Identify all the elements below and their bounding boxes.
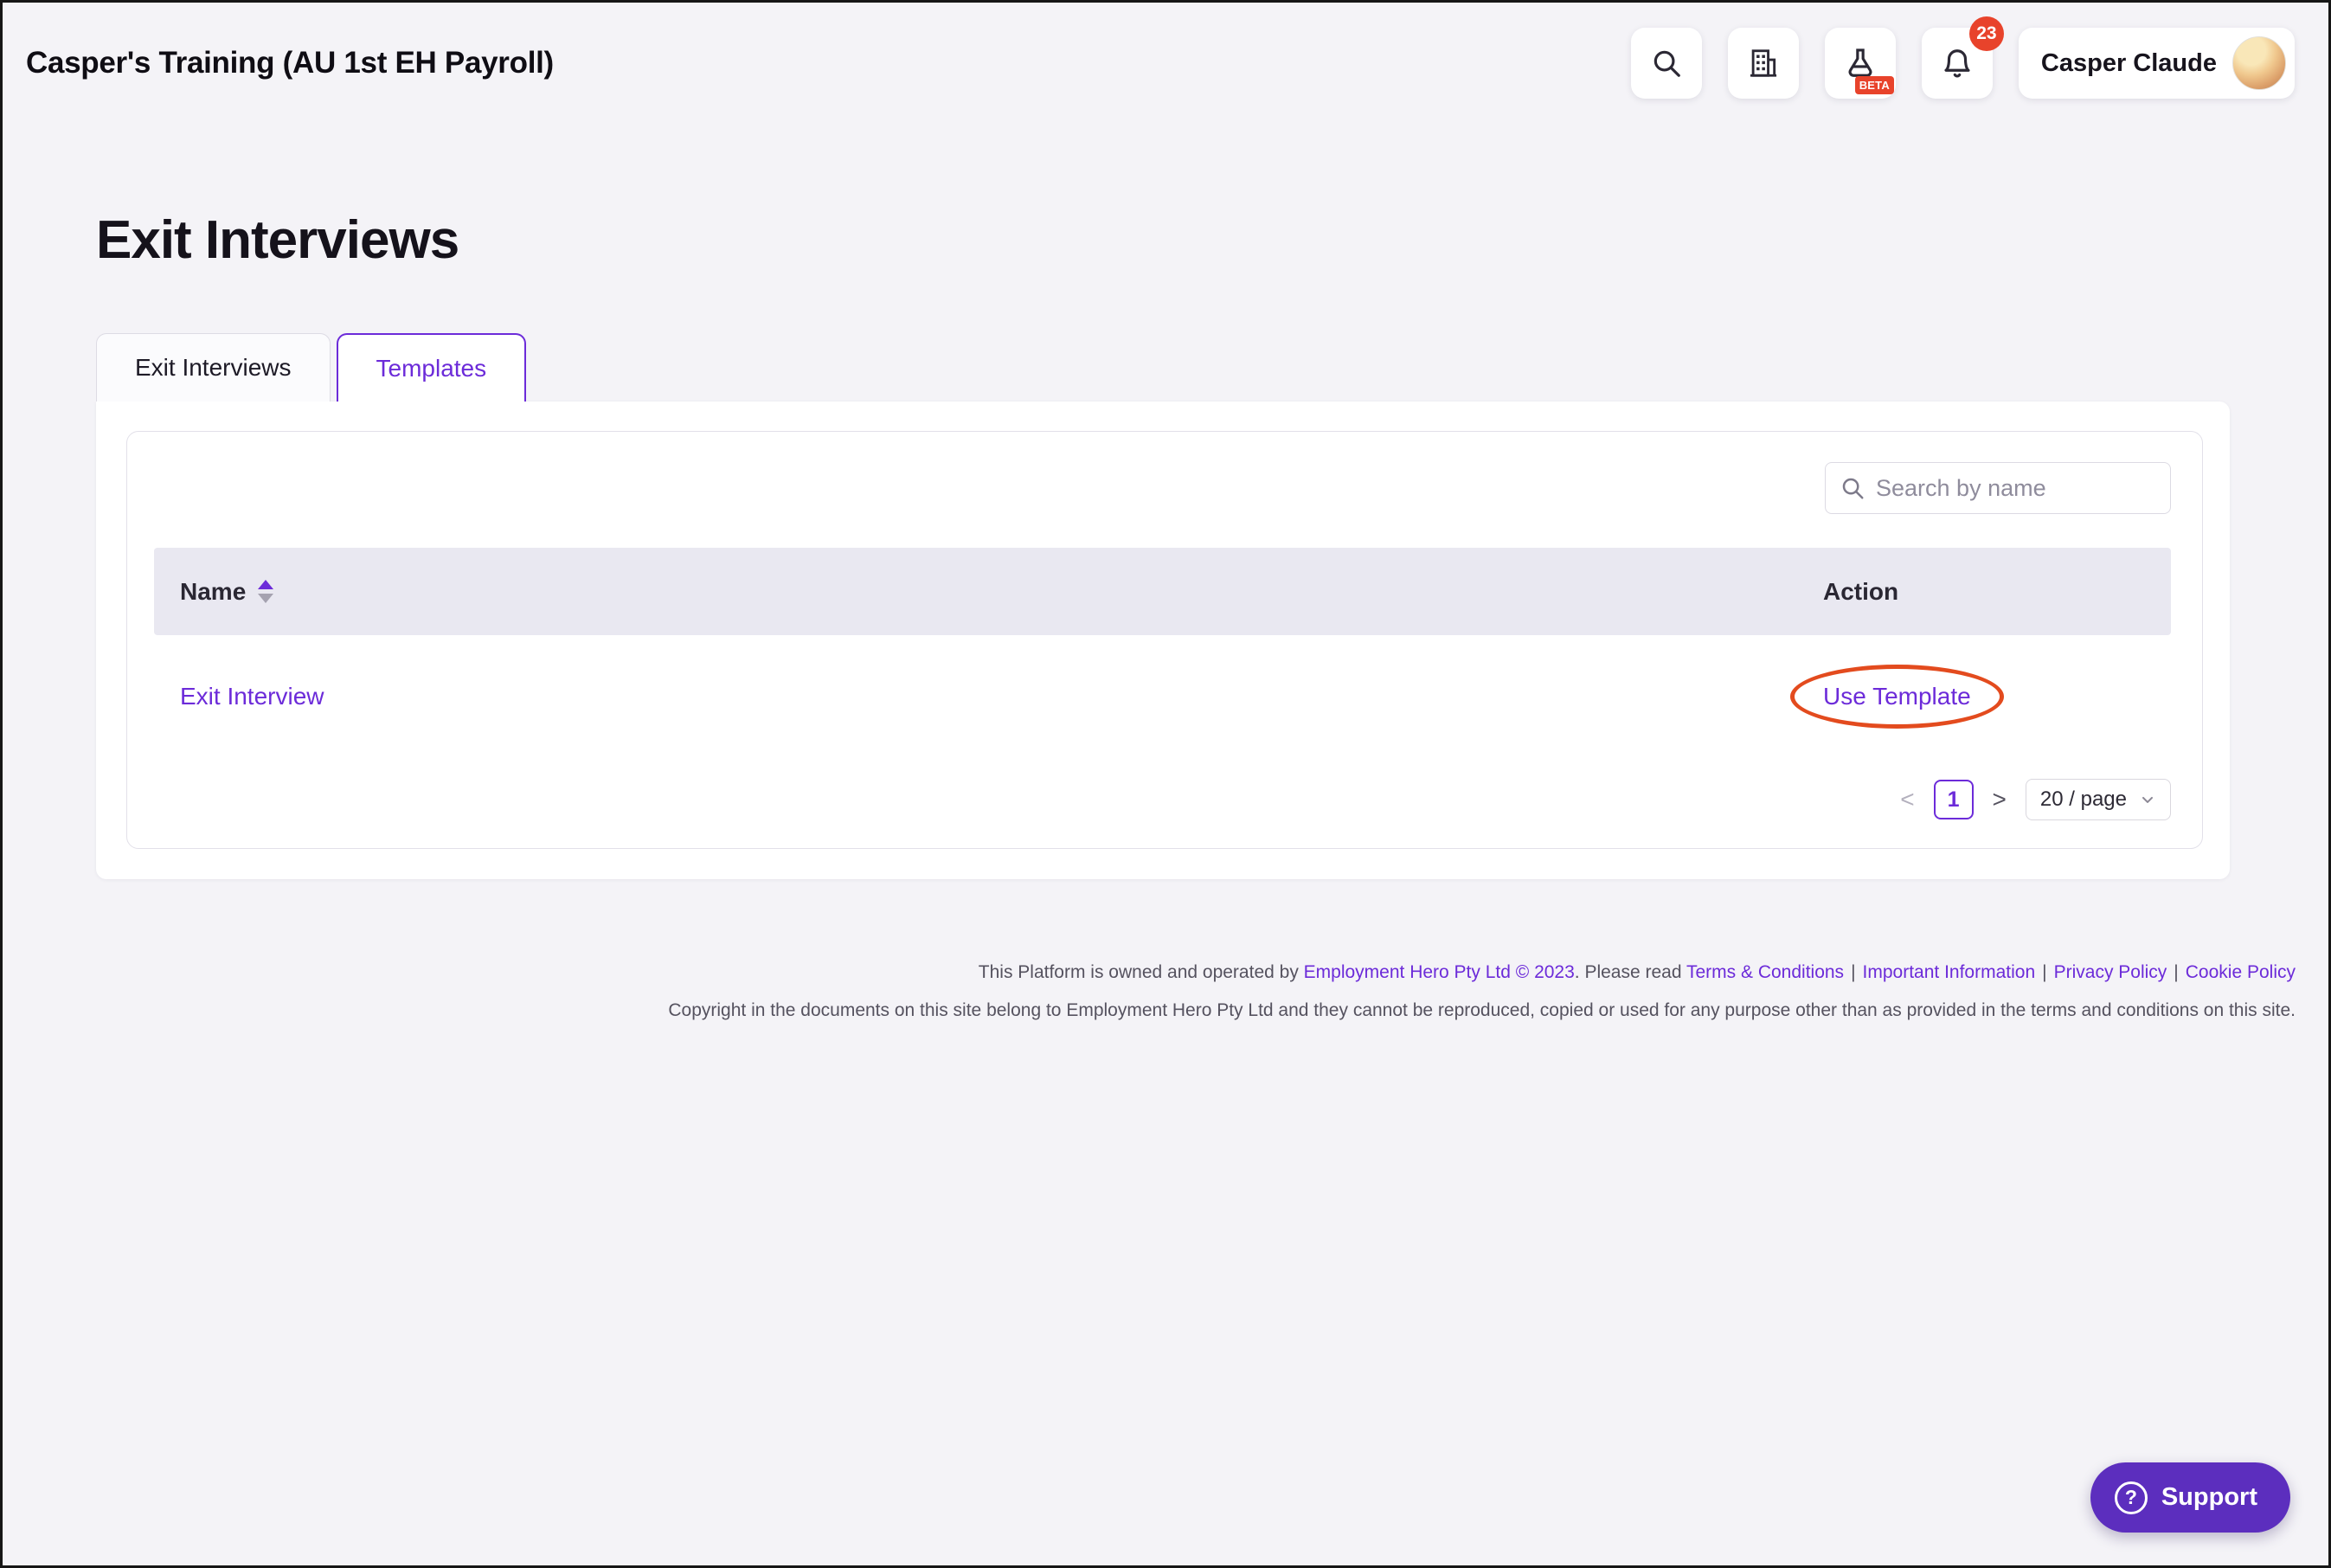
tab-exit-interviews[interactable]: Exit Interviews xyxy=(96,333,331,402)
current-page-button[interactable]: 1 xyxy=(1934,780,1974,819)
page-title: Exit Interviews xyxy=(96,209,2328,271)
user-name: Casper Claude xyxy=(2041,49,2217,78)
next-page-button[interactable]: > xyxy=(1993,787,2007,812)
terms-link[interactable]: Terms & Conditions xyxy=(1686,962,1844,982)
templates-table: Name Action Exit Interview Use T xyxy=(154,548,2171,758)
use-template-link[interactable]: Use Template xyxy=(1823,683,1971,710)
footer-separator: | xyxy=(1851,962,1855,982)
footer-line-2: Copyright in the documents on this site … xyxy=(340,992,2296,1030)
footer-text: This Platform is owned and operated by xyxy=(979,962,1304,982)
search-by-name-box[interactable] xyxy=(1825,462,2171,514)
search-icon xyxy=(1650,47,1683,80)
panel-toolbar xyxy=(154,462,2171,514)
footer-line-1: This Platform is owned and operated by E… xyxy=(340,954,2296,992)
page-size-select[interactable]: 20 / page xyxy=(2026,779,2171,820)
templates-panel: Name Action Exit Interview Use T xyxy=(126,431,2203,849)
prev-page-button[interactable]: < xyxy=(1900,787,1914,812)
support-button[interactable]: ? Support xyxy=(2090,1462,2290,1533)
privacy-policy-link[interactable]: Privacy Policy xyxy=(2054,962,2167,982)
legal-footer: This Platform is owned and operated by E… xyxy=(340,954,2296,1030)
support-label: Support xyxy=(2161,1483,2257,1512)
building-icon xyxy=(1747,47,1780,80)
pagination: < 1 > 20 / page xyxy=(154,779,2171,820)
templates-card: Name Action Exit Interview Use T xyxy=(96,402,2230,879)
user-menu[interactable]: Casper Claude xyxy=(2019,28,2295,99)
tab-templates[interactable]: Templates xyxy=(337,333,527,402)
tab-bar: Exit Interviews Templates xyxy=(96,333,2328,402)
organisation-button[interactable] xyxy=(1728,28,1799,99)
sort-toggle[interactable] xyxy=(258,580,273,603)
sort-asc-icon xyxy=(258,580,273,589)
bell-icon xyxy=(1941,47,1974,80)
template-name-link[interactable]: Exit Interview xyxy=(180,683,324,710)
footer-text: . Please read xyxy=(1575,962,1686,982)
header-actions: BETA 23 Casper Claude xyxy=(1631,28,2295,99)
flask-icon xyxy=(1844,47,1877,80)
page-size-value: 20 / page xyxy=(2040,787,2127,812)
search-button[interactable] xyxy=(1631,28,1702,99)
footer-separator: | xyxy=(2042,962,2046,982)
beta-features-button[interactable]: BETA xyxy=(1825,28,1896,99)
avatar xyxy=(2232,36,2286,90)
column-header-name: Name xyxy=(154,578,1823,606)
company-link[interactable]: Employment Hero Pty Ltd © 2023 xyxy=(1304,962,1575,982)
table-row: Exit Interview Use Template xyxy=(154,635,2171,758)
app-window: Casper's Training (AU 1st EH Payroll) xyxy=(0,0,2331,1568)
sort-desc-icon xyxy=(258,594,273,603)
question-mark-icon: ? xyxy=(2115,1481,2148,1514)
table-header-row: Name Action xyxy=(154,548,2171,635)
org-title: Casper's Training (AU 1st EH Payroll) xyxy=(26,46,554,80)
important-information-link[interactable]: Important Information xyxy=(1863,962,2036,982)
beta-badge: BETA xyxy=(1855,76,1894,94)
action-cell: Use Template xyxy=(1823,683,2171,710)
footer-separator: | xyxy=(2174,962,2178,982)
column-header-action: Action xyxy=(1823,578,2171,606)
name-cell: Exit Interview xyxy=(154,683,1823,710)
chevron-down-icon xyxy=(2139,791,2156,808)
column-name-label: Name xyxy=(180,578,246,606)
notification-count-badge: 23 xyxy=(1969,16,2004,51)
search-by-name-input[interactable] xyxy=(1876,475,2156,502)
cookie-policy-link[interactable]: Cookie Policy xyxy=(2186,962,2296,982)
search-icon xyxy=(1840,475,1865,501)
top-header: Casper's Training (AU 1st EH Payroll) xyxy=(3,3,2328,124)
notifications-button[interactable]: 23 xyxy=(1922,28,1993,99)
